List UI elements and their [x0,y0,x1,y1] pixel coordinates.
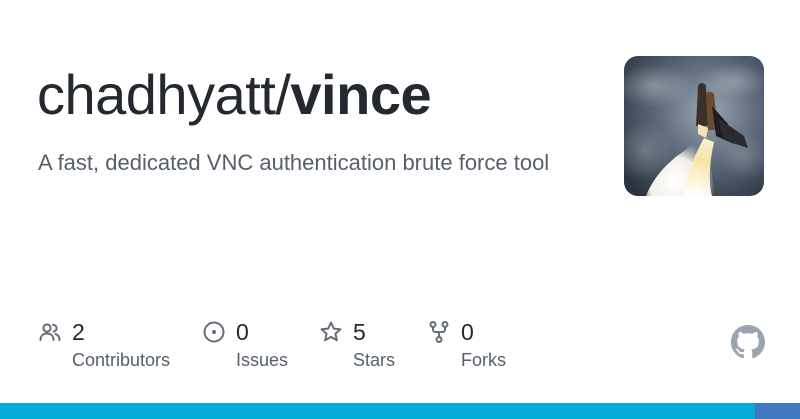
repo-name: vince [290,63,432,126]
stat-contributors[interactable]: 2 Contributors [38,312,188,382]
stat-count: 2 [72,319,85,345]
stat-label: Contributors [72,350,171,370]
people-icon [39,323,61,341]
repo-description: A fast, dedicated VNC authentication bru… [38,150,550,175]
stat-stars[interactable]: 5 Stars [319,312,419,382]
stat-count: 5 [353,319,366,345]
owner-avatar [624,56,764,196]
space-shuttle-launch-image [624,56,764,196]
stat-forks[interactable]: 0 Forks [427,312,527,382]
stat-issues[interactable]: 0 Issues [202,312,312,382]
stat-count: 0 [236,319,249,345]
repo-owner: chadhyatt/ [37,63,291,126]
stat-label: Forks [461,350,506,370]
repo-stats: 2 Contributors 0 Issues 5 Stars 0 Forks [0,312,800,382]
github-mark-icon[interactable] [731,325,765,359]
star-icon [320,321,342,342]
stat-count: 0 [461,319,474,345]
repo-card: chadhyatt/vince A fast, dedicated VNC au… [0,0,800,419]
language-bar-segment [0,403,755,419]
issue-icon [203,321,225,343]
language-bar [0,403,800,419]
stat-label: Stars [353,350,396,370]
stat-label: Issues [236,350,289,370]
repo-title[interactable]: chadhyatt/vince [37,62,432,128]
fork-icon [429,321,449,343]
language-bar-segment [755,403,800,419]
